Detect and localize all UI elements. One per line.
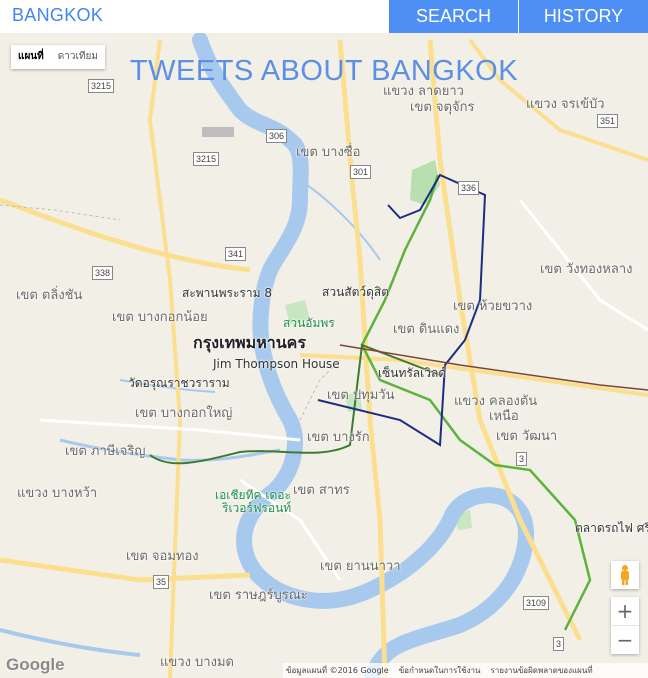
district-label: เขต วังทองหลาง	[540, 262, 633, 277]
brand-title[interactable]: BANGKOK	[12, 5, 103, 26]
place-label[interactable]: ริเวอร์ฟรอนท์	[222, 499, 291, 518]
district-label: เขต จอมทอง	[126, 549, 199, 564]
district-label: แขวง บางหว้า	[17, 486, 98, 501]
district-label: เขต ตลิ่งชัน	[16, 288, 83, 303]
route-shield: 3109	[523, 596, 550, 610]
district-label: เขต ภาษีเจริญ	[65, 444, 146, 459]
route-shield: 341	[225, 247, 247, 261]
route-shield: 336	[458, 181, 480, 195]
map-type-toggle: แผนที่ ดาวเทียม	[11, 45, 105, 69]
place-label[interactable]: วัดอรุณราชวราราม	[128, 374, 230, 393]
zoom-in-button[interactable]: +	[611, 597, 639, 626]
top-bar: BANGKOK SEARCH HISTORY	[0, 0, 648, 33]
district-label: เขต สาทร	[293, 483, 350, 498]
route-shield: 35	[153, 575, 170, 589]
district-label: เขต ปทุมวัน	[327, 388, 395, 403]
map-attribution: ข้อมูลแผนที่ ©2016 Google ข้อกำหนดในการใ…	[283, 663, 648, 678]
search-button[interactable]: SEARCH	[389, 0, 518, 33]
map-tile-gap	[202, 127, 234, 137]
zoom-control: + −	[611, 597, 639, 654]
map-data-credit: ข้อมูลแผนที่ ©2016 Google	[286, 666, 389, 675]
route-shield: 3	[553, 637, 565, 651]
place-label[interactable]: Jim Thompson House	[213, 357, 340, 371]
place-label[interactable]: ตลาดรถไฟ ศรี	[575, 519, 648, 538]
district-label: แขวง จรเข้บัว	[526, 97, 605, 112]
map-canvas[interactable]	[0, 33, 648, 678]
place-label[interactable]: สวนสัตว์ดุสิต	[322, 283, 389, 302]
terms-link[interactable]: ข้อกำหนดในการใช้งาน	[399, 664, 481, 677]
district-label: เขต ราษฎร์บูรณะ	[209, 588, 308, 603]
history-button[interactable]: HISTORY	[519, 0, 648, 33]
route-shield: 338	[92, 266, 114, 280]
route-shield: 3	[516, 452, 528, 466]
city-label: กรุงเทพมหานคร	[193, 333, 306, 352]
district-label: เขต วัฒนา	[496, 429, 558, 444]
district-label: เขต บางรัก	[307, 430, 370, 445]
map-type-satellite[interactable]: ดาวเทียม	[51, 45, 105, 69]
district-label: เขต บางกอกใหญ่	[135, 406, 233, 421]
zoom-out-button[interactable]: −	[611, 626, 639, 654]
report-error-link[interactable]: รายงานข้อผิดพลาดของแผนที่	[490, 664, 592, 677]
route-shield: 3215	[193, 152, 220, 166]
place-label[interactable]: สะพานพระราม 8	[182, 284, 272, 303]
google-logo[interactable]: Google	[6, 655, 65, 675]
route-shield: 351	[597, 114, 619, 128]
district-label: เขต ยานนาวา	[320, 559, 401, 574]
route-shield: 301	[350, 165, 372, 179]
place-label[interactable]: สวนอัมพร	[283, 314, 335, 333]
route-shield: 306	[266, 129, 288, 143]
map-type-map[interactable]: แผนที่	[11, 45, 51, 69]
district-label: เขต บางซื่อ	[296, 145, 361, 160]
place-label[interactable]: เซ็นทรัลเวิลด์	[378, 364, 446, 383]
district-label: แขวง บางมด	[160, 655, 234, 670]
district-label: เขต จตุจักร	[410, 100, 475, 115]
street-view-pegman-icon[interactable]	[611, 561, 639, 589]
district-label: เหนือ	[489, 409, 519, 424]
district-label: เขต ดินแดง	[393, 322, 460, 337]
district-label: เขต บางกอกน้อย	[112, 310, 208, 325]
district-label: เขต ห้วยขวาง	[453, 299, 533, 314]
